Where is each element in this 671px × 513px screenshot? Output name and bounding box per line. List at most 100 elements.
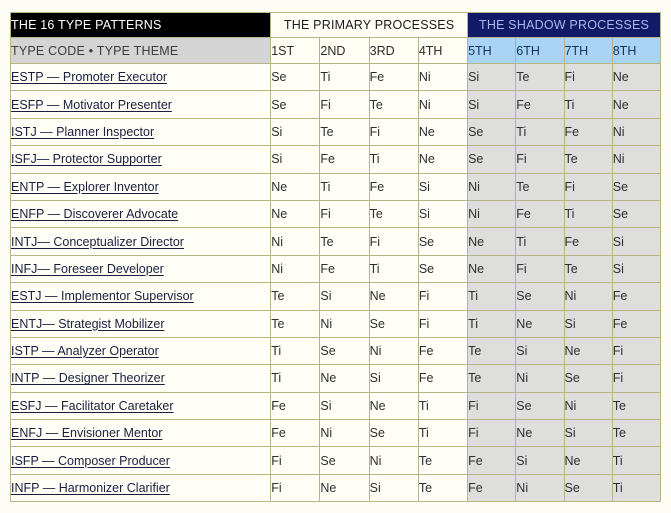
type-name-cell[interactable]: ESFJ — Facilitator Caretaker — [9, 391, 272, 421]
table-row: ESFJ — Facilitator Caretaker Fe Si Ne Ti Fi Se… — [9, 391, 662, 421]
shadow-process-cell: Ti — [611, 473, 662, 503]
type-name-cell[interactable]: INFJ— Foreseer Developer — [9, 254, 272, 284]
table-row: ENTP — Explorer Inventor Ne Ti Fe Si Ni Te Fi Se — [9, 172, 662, 201]
page-container: THE 16 TYPE PATTERNS THE PRIMARY PROCESS… — [0, 0, 671, 513]
shadow-process-cell: Se — [563, 473, 613, 503]
type-name-cell[interactable]: ENTP — Explorer Inventor — [9, 172, 272, 201]
primary-process-cell: Se — [368, 309, 419, 338]
shadow-process-cell: Fi — [563, 62, 613, 92]
primary-process-cell: Te — [417, 446, 469, 475]
primary-process-cell: Fe — [368, 172, 419, 201]
shadow-process-cell: Se — [611, 199, 662, 229]
shadow-process-cell: Si — [563, 309, 613, 338]
primary-process-cell: Te — [417, 473, 469, 503]
type-name-cell[interactable]: ESTP — Promoter Executor — [9, 62, 272, 92]
shadow-process-cell: Si — [515, 336, 565, 366]
shadow-process-cell: Fe — [467, 446, 517, 475]
shadow-process-cell: Se — [611, 172, 662, 201]
type-link[interactable]: ESFJ — Facilitator Caretaker — [11, 399, 174, 413]
type-name-cell[interactable]: INFP — Harmonizer Clarifier — [9, 473, 272, 503]
type-link[interactable]: ISFP — Composer Producer — [11, 454, 170, 468]
shadow-process-cell: Ne — [515, 419, 565, 448]
type-name-cell[interactable]: ENFJ — Envisioner Mentor — [9, 419, 272, 448]
primary-process-cell: Se — [270, 62, 321, 92]
column-header-5th: 5TH — [467, 37, 517, 64]
shadow-process-cell: Ti — [515, 117, 565, 147]
type-link[interactable]: ESTJ — Implementor Supervisor — [11, 289, 194, 303]
type-name-cell[interactable]: ESTJ — Implementor Supervisor — [9, 282, 272, 311]
table-row: INFJ— Foreseer Developer Ni Fe Ti Se Ne Fi Te Si — [9, 254, 662, 284]
shadow-process-cell: Te — [563, 145, 613, 174]
primary-process-cell: Fe — [270, 391, 321, 421]
type-link[interactable]: ISTJ — Planner Inspector — [11, 125, 154, 139]
type-name-cell[interactable]: ISTP — Analyzer Operator — [9, 336, 272, 366]
shadow-process-cell: Se — [563, 364, 613, 393]
type-link[interactable]: INTP — Designer Theorizer — [11, 371, 165, 385]
type-name-cell[interactable]: ISTJ — Planner Inspector — [9, 117, 272, 147]
primary-process-cell: Si — [319, 282, 370, 311]
shadow-process-cell: Te — [515, 172, 565, 201]
shadow-process-cell: Si — [467, 62, 517, 92]
type-name-cell[interactable]: ISFP — Composer Producer — [9, 446, 272, 475]
type-link[interactable]: INTJ— Conceptualizer Director — [11, 235, 184, 249]
shadow-process-cell: Ni — [611, 145, 662, 174]
shadow-process-cell: Fe — [611, 282, 662, 311]
shadow-process-cell: Ni — [467, 172, 517, 201]
type-link[interactable]: ENFP — Discoverer Advocate — [11, 207, 178, 221]
table-head: THE 16 TYPE PATTERNS THE PRIMARY PROCESS… — [9, 12, 662, 64]
type-link[interactable]: ISTP — Analyzer Operator — [11, 344, 159, 358]
shadow-process-cell: Ni — [467, 199, 517, 229]
primary-process-cell: Ti — [270, 336, 321, 366]
type-code-theme-header: TYPE CODE • TYPE THEME — [9, 37, 272, 64]
primary-process-cell: Fi — [417, 282, 469, 311]
type-link[interactable]: ESTP — Promoter Executor — [11, 70, 167, 84]
type-link[interactable]: ESFP — Motivator Presenter — [11, 98, 172, 112]
primary-process-cell: Fi — [319, 199, 370, 229]
shadow-process-cell: Te — [467, 336, 517, 366]
primary-process-cell: Ni — [319, 419, 370, 448]
primary-process-cell: Ne — [417, 117, 469, 147]
type-link[interactable]: INFJ— Foreseer Developer — [11, 262, 164, 276]
type-name-cell[interactable]: INTJ— Conceptualizer Director — [9, 227, 272, 256]
table-row: ISTP — Analyzer Operator Ti Se Ni Fe Te Si Ne Fi — [9, 336, 662, 366]
shadow-process-cell: Ti — [467, 282, 517, 311]
shadow-process-cell: Si — [467, 90, 517, 119]
type-link[interactable]: ISFJ— Protector Supporter — [11, 152, 162, 166]
primary-process-cell: Ni — [319, 309, 370, 338]
primary-process-cell: Ni — [417, 62, 469, 92]
primary-process-cell: Ti — [368, 254, 419, 284]
type-name-cell[interactable]: ESFP — Motivator Presenter — [9, 90, 272, 119]
primary-process-cell: Si — [417, 199, 469, 229]
primary-process-cell: Se — [270, 90, 321, 119]
primary-process-cell: Se — [368, 419, 419, 448]
primary-process-cell: Ne — [417, 145, 469, 174]
type-name-cell[interactable]: INTP — Designer Theorizer — [9, 364, 272, 393]
shadow-process-cell: Ni — [515, 364, 565, 393]
primary-process-cell: Ne — [270, 199, 321, 229]
table-row: ENTJ— Strategist Mobilizer Te Ni Se Fi Ti Ne Si… — [9, 309, 662, 338]
shadow-process-cell: Se — [467, 117, 517, 147]
primary-process-cell: Si — [319, 391, 370, 421]
shadow-process-cell: Fi — [467, 391, 517, 421]
table-row: INTP — Designer Theorizer Ti Ne Si Fe Te Ni Se F… — [9, 364, 662, 393]
type-link[interactable]: ENTP — Explorer Inventor — [11, 180, 159, 194]
shadow-process-cell: Te — [467, 364, 517, 393]
type-link[interactable]: INFP — Harmonizer Clarifier — [11, 481, 170, 495]
shadow-process-cell: Si — [611, 254, 662, 284]
type-link[interactable]: ENTJ— Strategist Mobilizer — [11, 317, 165, 331]
shadow-process-cell: Ti — [563, 199, 613, 229]
column-header-7th: 7TH — [563, 37, 613, 64]
type-name-cell[interactable]: ENTJ— Strategist Mobilizer — [9, 309, 272, 338]
type-name-cell[interactable]: ISFJ— Protector Supporter — [9, 145, 272, 174]
column-header-2nd: 2ND — [319, 37, 370, 64]
type-name-cell[interactable]: ENFP — Discoverer Advocate — [9, 199, 272, 229]
type-link[interactable]: ENFJ — Envisioner Mentor — [11, 426, 162, 440]
shadow-process-cell: Ne — [515, 309, 565, 338]
primary-process-cell: Si — [368, 473, 419, 503]
shadow-process-cell: Se — [515, 282, 565, 311]
primary-process-cell: Te — [270, 282, 321, 311]
primary-process-cell: Te — [368, 199, 419, 229]
table-title: THE 16 TYPE PATTERNS — [9, 12, 272, 38]
shadow-process-cell: Fe — [467, 473, 517, 503]
shadow-process-cell: Te — [611, 419, 662, 448]
